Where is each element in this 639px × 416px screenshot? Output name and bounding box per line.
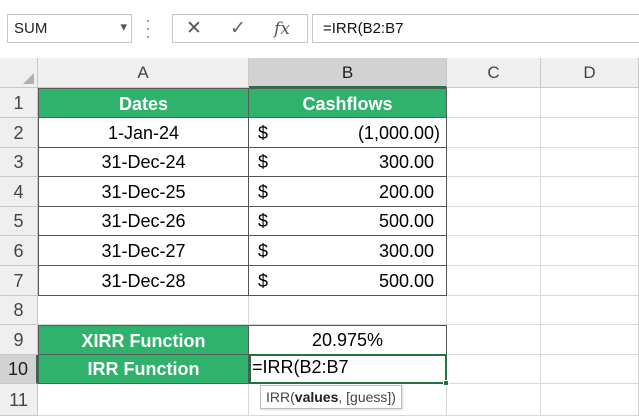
name-box-value: SUM xyxy=(14,20,48,37)
empty-cell[interactable] xyxy=(541,207,639,236)
currency-symbol: $ xyxy=(258,211,269,231)
cell-a7[interactable]: 31-Dec-28 xyxy=(38,266,249,296)
empty-cell[interactable] xyxy=(541,325,639,355)
cell-b1-cashflows-header[interactable]: Cashflows xyxy=(249,88,447,118)
function-tooltip[interactable]: IRR(values, [guess]) xyxy=(260,385,402,409)
formula-buttons: ✕ ✓ fx xyxy=(172,14,308,43)
cell-b3[interactable]: $300.00 xyxy=(249,148,447,177)
cancel-icon[interactable]: ✕ xyxy=(177,17,211,41)
row-header-8[interactable]: 8 xyxy=(0,296,38,325)
more-options-icon[interactable]: · · · xyxy=(144,11,152,45)
empty-cell[interactable] xyxy=(447,296,541,325)
row-header-9[interactable]: 9 xyxy=(0,325,38,355)
empty-cell[interactable] xyxy=(38,296,249,325)
currency-symbol: $ xyxy=(258,271,269,291)
empty-cell[interactable] xyxy=(541,355,639,384)
empty-cell[interactable] xyxy=(447,325,541,355)
column-header-a[interactable]: A xyxy=(38,58,249,88)
row-header-7[interactable]: 7 xyxy=(0,266,38,296)
insert-function-icon[interactable]: fx xyxy=(265,17,299,41)
cell-a6[interactable]: 31-Dec-27 xyxy=(38,236,249,266)
empty-cell[interactable] xyxy=(541,177,639,207)
row-header-11[interactable]: 11 xyxy=(0,384,38,416)
row-header-4[interactable]: 4 xyxy=(0,177,38,207)
cashflow-value: 200.00 xyxy=(378,182,434,202)
row-header-10[interactable]: 10 xyxy=(0,355,38,384)
cell-b4[interactable]: $200.00 xyxy=(249,177,447,207)
empty-cell[interactable] xyxy=(447,236,541,266)
cell-b2[interactable]: $ (1,000.00) xyxy=(249,118,447,148)
currency-symbol: $ xyxy=(258,152,269,172)
cashflow-value: (1,000.00) xyxy=(357,123,440,143)
tooltip-arg-values[interactable]: values xyxy=(295,389,339,405)
empty-cell[interactable] xyxy=(541,118,639,148)
empty-cell[interactable] xyxy=(447,355,541,384)
empty-cell[interactable] xyxy=(447,148,541,177)
cell-b6[interactable]: $300.00 xyxy=(249,236,447,266)
formula-text: =IRR(B2:B7 xyxy=(323,20,404,37)
empty-cell[interactable] xyxy=(447,207,541,236)
row-header-5[interactable]: 5 xyxy=(0,207,38,236)
currency-symbol: $ xyxy=(258,123,269,143)
currency-symbol: $ xyxy=(258,241,269,261)
row-header-2[interactable]: 2 xyxy=(0,118,38,148)
chevron-down-icon[interactable]: ▾ xyxy=(120,19,127,35)
cell-a9-xirr-label[interactable]: XIRR Function xyxy=(38,325,249,355)
tooltip-rest: , [guess]) xyxy=(338,389,396,405)
cell-a3[interactable]: 31-Dec-24 xyxy=(38,148,249,177)
cashflow-value: 500.00 xyxy=(378,211,434,231)
column-header-d[interactable]: D xyxy=(541,58,639,88)
empty-cell[interactable] xyxy=(38,384,249,416)
cell-edit-text: =IRR(B2:B7 xyxy=(252,357,349,377)
cell-b9-xirr-value[interactable]: 20.975% xyxy=(249,325,447,355)
row-header-6[interactable]: 6 xyxy=(0,236,38,266)
currency-symbol: $ xyxy=(258,182,269,202)
empty-cell[interactable] xyxy=(541,148,639,177)
fill-handle[interactable] xyxy=(443,380,449,386)
row-header-1[interactable]: 1 xyxy=(0,88,38,118)
cashflow-value: 500.00 xyxy=(378,271,434,291)
empty-cell[interactable] xyxy=(447,177,541,207)
column-header-c[interactable]: C xyxy=(447,58,541,88)
column-header-b[interactable]: B xyxy=(249,58,447,88)
empty-cell[interactable] xyxy=(541,266,639,296)
cashflow-value: 300.00 xyxy=(378,152,434,172)
cell-a10-irr-label[interactable]: IRR Function xyxy=(38,355,249,384)
name-box[interactable]: SUM ▾ xyxy=(7,14,132,43)
cell-a5[interactable]: 31-Dec-26 xyxy=(38,207,249,236)
formula-bar: SUM ▾ · · · ✕ ✓ fx =IRR(B2:B7 xyxy=(0,0,639,58)
empty-cell[interactable] xyxy=(541,88,639,118)
cashflow-value: 300.00 xyxy=(378,241,434,261)
empty-cell[interactable] xyxy=(541,384,639,416)
enter-check-icon[interactable]: ✓ xyxy=(221,17,255,41)
empty-cell[interactable] xyxy=(447,384,541,416)
select-all-corner[interactable] xyxy=(0,58,38,88)
cell-a1-dates-header[interactable]: Dates xyxy=(38,88,249,118)
cell-b10-active-edit[interactable]: =IRR(B2:B7 xyxy=(249,354,447,384)
tooltip-func: IRR( xyxy=(266,389,295,405)
empty-cell[interactable] xyxy=(447,266,541,296)
row-header-3[interactable]: 3 xyxy=(0,148,38,177)
cell-a2[interactable]: 1-Jan-24 xyxy=(38,118,249,148)
empty-cell[interactable] xyxy=(447,118,541,148)
cell-b5[interactable]: $500.00 xyxy=(249,207,447,236)
cell-a4[interactable]: 31-Dec-25 xyxy=(38,177,249,207)
formula-input[interactable]: =IRR(B2:B7 xyxy=(312,14,639,43)
empty-cell[interactable] xyxy=(249,296,447,325)
empty-cell[interactable] xyxy=(541,236,639,266)
empty-cell[interactable] xyxy=(447,88,541,118)
cell-b7[interactable]: $500.00 xyxy=(249,266,447,296)
empty-cell[interactable] xyxy=(541,296,639,325)
